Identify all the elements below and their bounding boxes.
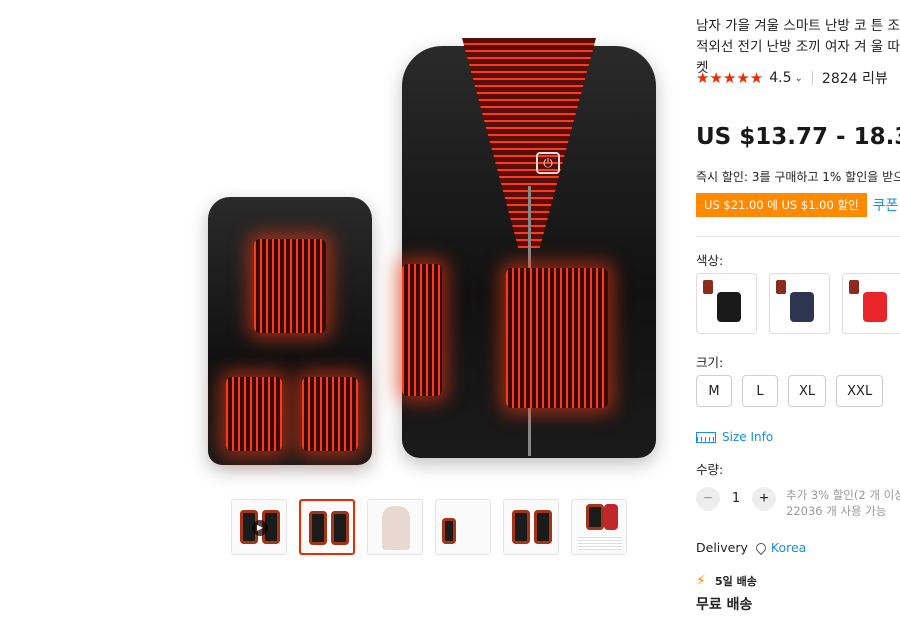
vest-mini — [309, 511, 327, 545]
size-options: M L XL XXL — [696, 375, 884, 407]
color-option-red[interactable] — [842, 273, 900, 334]
power-button-icon: ⏻ — [536, 152, 560, 174]
size-table — [578, 536, 622, 550]
thumb-heating-zones[interactable] — [503, 499, 559, 555]
heating-pad — [254, 239, 326, 333]
color-options — [696, 273, 900, 334]
size-option-xxl[interactable]: XXL — [836, 375, 884, 407]
size-option-xl[interactable]: XL — [788, 375, 827, 407]
color-swatch — [717, 292, 741, 322]
review-count[interactable]: 2824 리뷰 — [822, 68, 888, 88]
bulk-discount-text: 즉시 할인: 3를 구매하고 1% 할인을 받으세요 — [696, 170, 900, 184]
promo-row: US $21.00 에 US $1.00 할인 쿠폰 — [696, 193, 898, 217]
heating-pad — [402, 264, 442, 396]
quantity-minus-button[interactable]: − — [696, 487, 720, 511]
coupon-link[interactable]: 쿠폰 — [873, 195, 899, 215]
color-thumb-tag — [849, 280, 859, 294]
extra-discount-note: 추가 3% 할인(2 개 이상) — [786, 488, 900, 502]
quantity-plus-button[interactable]: + — [752, 487, 776, 511]
quantity-stepper: − 1 + 추가 3% 할인(2 개 이상) 22036 개 사용 가능 — [696, 487, 900, 519]
thumbnail-strip: ▶ — [231, 499, 627, 555]
color-thumb-tag — [703, 280, 713, 294]
fast-delivery-icon: ⚡ — [696, 573, 706, 589]
vest-mini — [331, 511, 349, 545]
promo-badge: US $21.00 에 US $1.00 할인 — [696, 193, 867, 217]
shipping-days: ⚡ 5일 배송 — [696, 573, 757, 589]
vest-mini — [604, 504, 618, 530]
location-pin-icon — [753, 540, 768, 555]
rating-stars-icon: ★★★★★ — [696, 69, 764, 87]
delivery-label: Delivery — [696, 540, 748, 555]
model-figure — [382, 506, 410, 550]
size-label: 크기: — [696, 355, 724, 370]
rating-row[interactable]: ★★★★★ 4.5 ⌄ 2824 리뷰 — [696, 68, 888, 88]
heating-pad — [506, 268, 608, 408]
color-label: 색상: — [696, 253, 724, 268]
stock-available: 22036 개 사용 가능 — [786, 504, 887, 518]
size-option-m[interactable]: M — [696, 375, 732, 407]
quantity-value[interactable]: 1 — [720, 487, 752, 511]
delivery-row: Delivery Korea — [696, 540, 806, 555]
chevron-down-icon: ⌄ — [794, 72, 803, 84]
main-product-image[interactable]: ⏻ — [196, 10, 668, 482]
heating-pad — [226, 377, 282, 451]
color-swatch — [863, 292, 887, 322]
rating-value: 4.5 — [769, 70, 792, 86]
size-info-label: Size Info — [722, 430, 774, 444]
thumb-size-chart[interactable] — [571, 499, 627, 555]
shipping-days-label: 5일 배송 — [715, 575, 757, 588]
quantity-note: 추가 3% 할인(2 개 이상) 22036 개 사용 가능 — [786, 487, 900, 519]
color-thumb-tag — [776, 280, 786, 294]
quantity-label: 수량: — [696, 462, 724, 477]
vest-mini — [442, 518, 456, 544]
size-option-l[interactable]: L — [742, 375, 778, 407]
color-option-blue[interactable] — [769, 273, 830, 334]
product-info-panel: 남자 가을 겨울 스마트 난방 코 튼 조끼 USB 적외선 전기 난방 조끼 … — [696, 0, 900, 618]
color-option-black[interactable] — [696, 273, 757, 334]
thumb-accessories[interactable] — [435, 499, 491, 555]
delivery-country-link[interactable]: Korea — [771, 540, 806, 555]
vest-mini — [512, 510, 530, 544]
ruler-icon — [696, 431, 716, 443]
price-range: US $13.77 - 18.36 — [696, 124, 900, 150]
vest-mini — [534, 510, 552, 544]
vest-front-view: ⏻ — [402, 38, 656, 458]
size-info-link[interactable]: Size Info — [696, 430, 773, 444]
color-swatch — [790, 292, 814, 322]
vest-back-view — [208, 197, 372, 465]
play-icon: ▶ — [252, 520, 268, 536]
free-shipping-label: 무료 배송 — [696, 597, 753, 613]
thumb-video[interactable]: ▶ — [231, 499, 287, 555]
divider — [811, 71, 813, 85]
vest-mini — [586, 504, 604, 530]
thumb-front-back[interactable] — [299, 499, 355, 555]
heating-pad — [302, 377, 358, 451]
thumb-model[interactable] — [367, 499, 423, 555]
divider — [696, 236, 900, 237]
